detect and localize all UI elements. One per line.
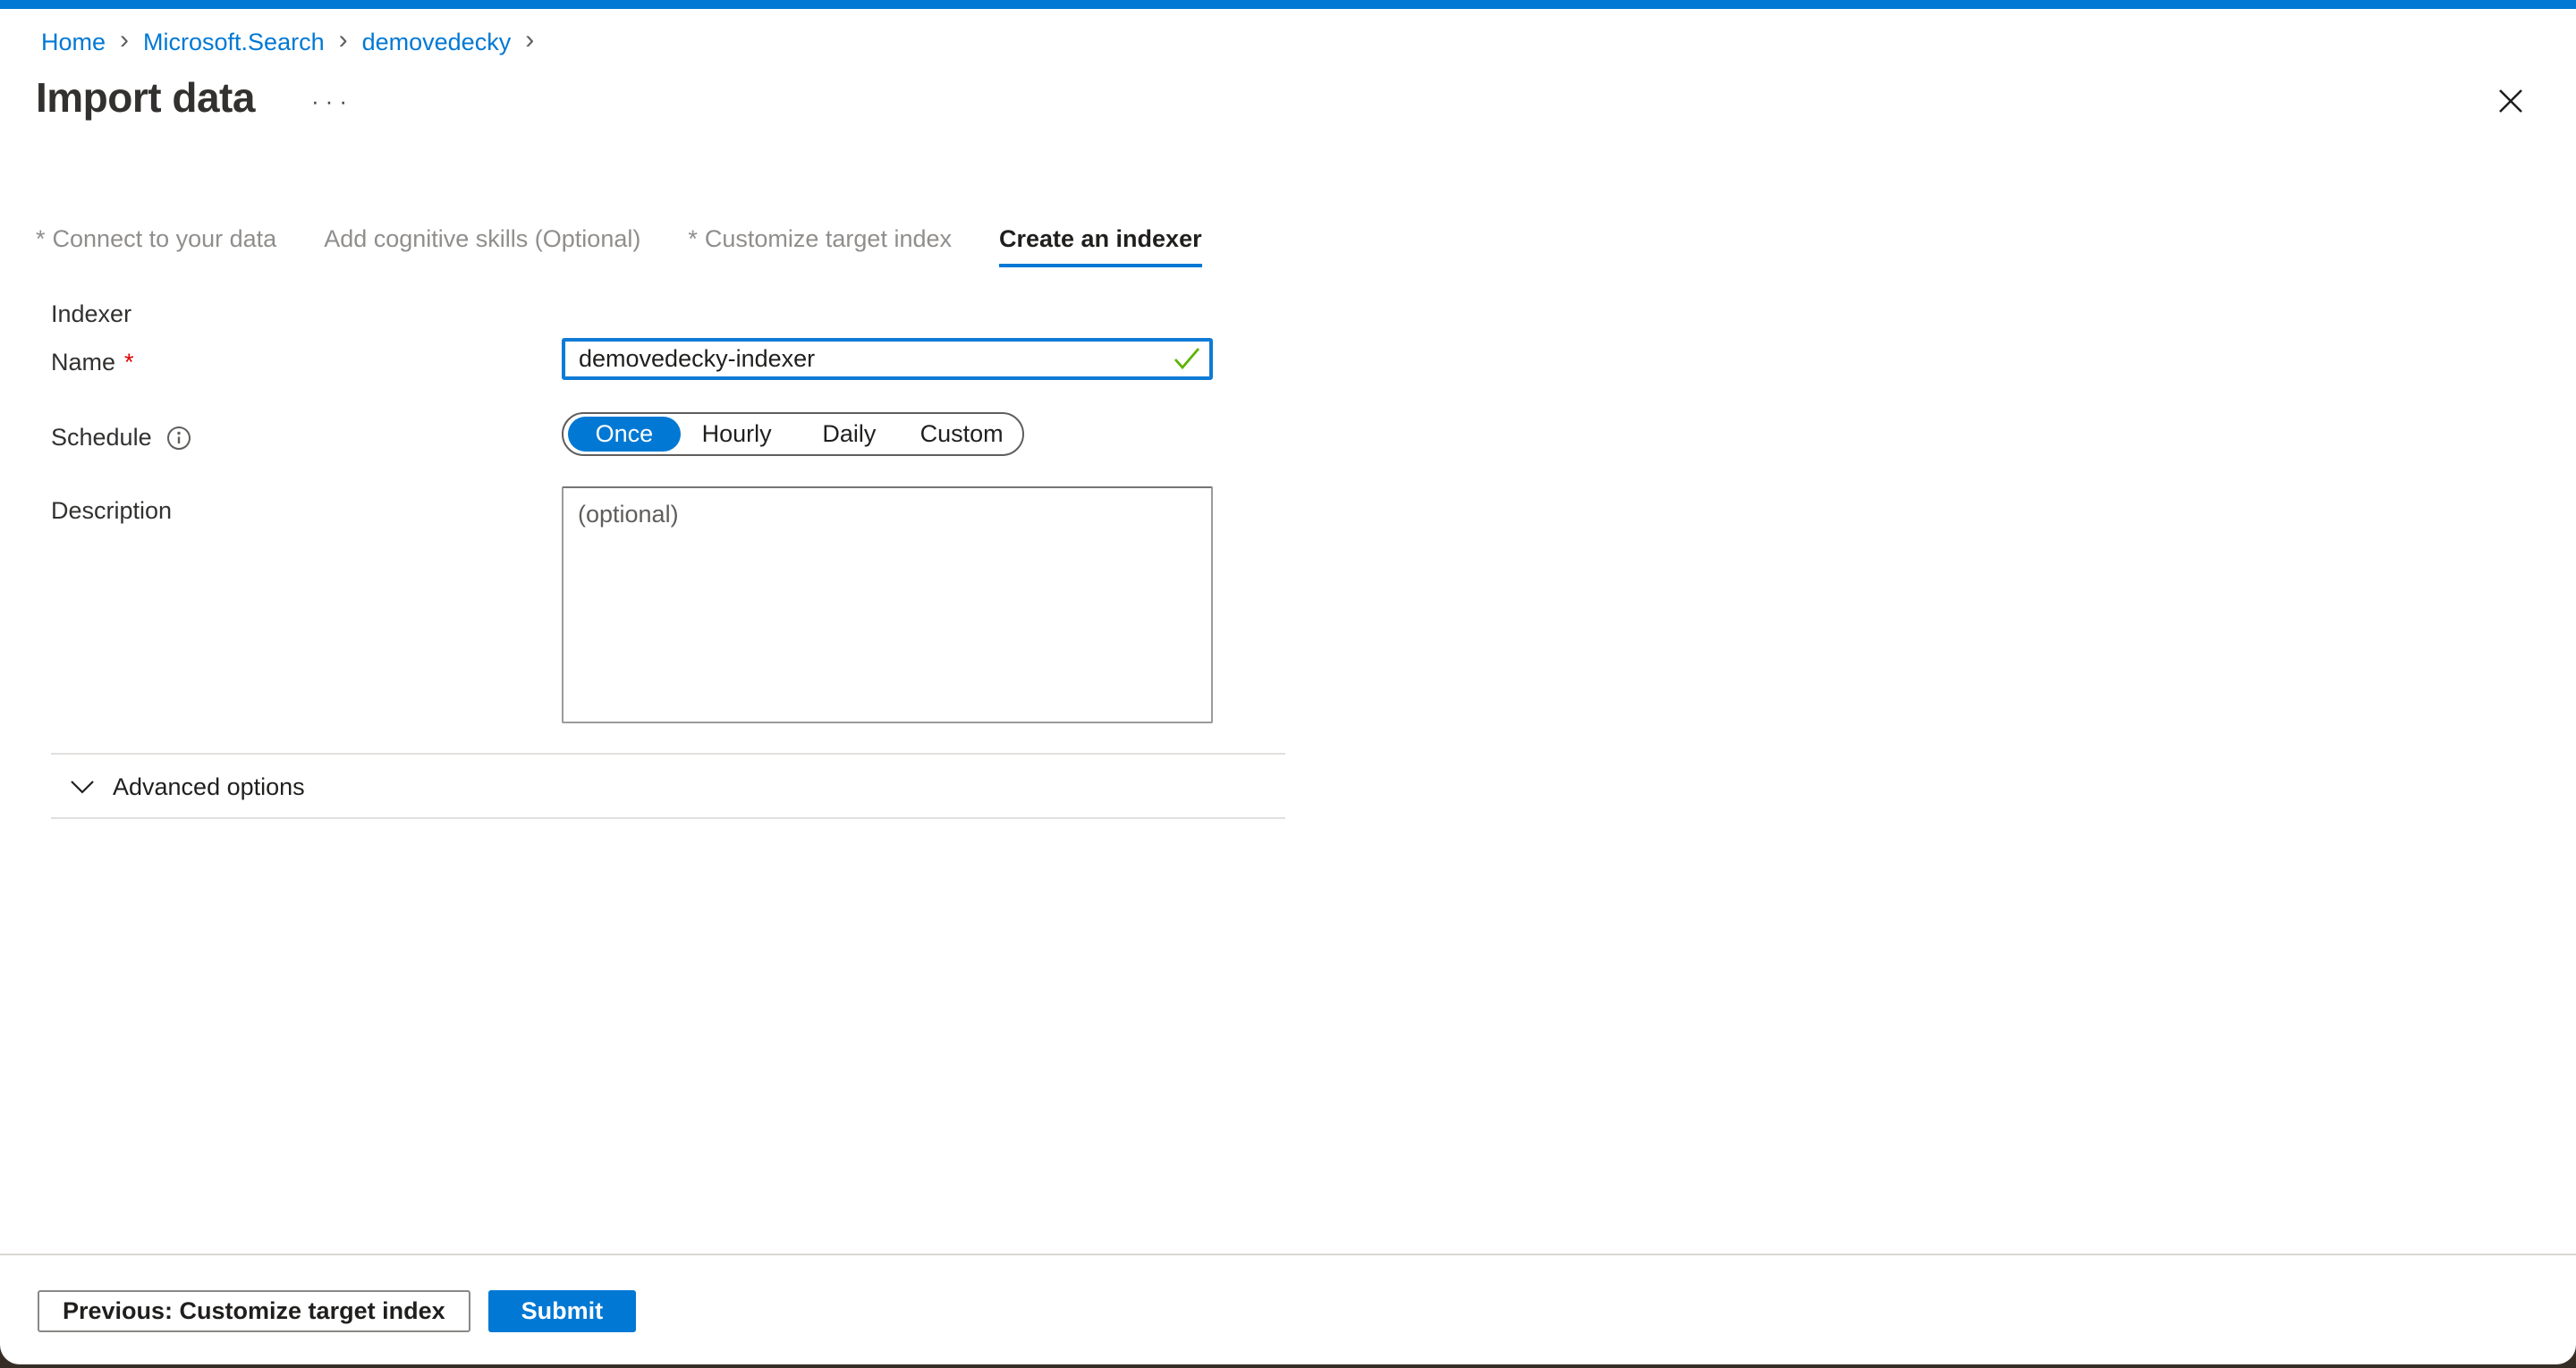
breadcrumb-separator-icon: ›	[525, 25, 534, 55]
tab-connect-to-your-data[interactable]: * Connect to your data	[36, 225, 276, 267]
schedule-option-custom[interactable]: Custom	[905, 417, 1018, 452]
advanced-options-label: Advanced options	[113, 773, 305, 801]
required-asterisk: *	[124, 349, 134, 376]
previous-step-button[interactable]: Previous: Customize target index	[38, 1290, 470, 1332]
page-title: Import data	[36, 73, 255, 122]
name-input-container	[562, 338, 1213, 380]
tab-label: Create an indexer	[999, 225, 1202, 252]
more-options-icon[interactable]: ···	[311, 88, 353, 115]
breadcrumb-link-demovedecky[interactable]: demovedecky	[362, 29, 512, 56]
divider	[51, 817, 1285, 819]
tab-add-cognitive-skills[interactable]: Add cognitive skills (Optional)	[324, 225, 640, 267]
submit-button[interactable]: Submit	[488, 1290, 637, 1332]
tab-create-an-indexer[interactable]: Create an indexer	[999, 225, 1202, 267]
indexer-section-title: Indexer	[51, 300, 131, 328]
schedule-label-text: Schedule	[51, 424, 152, 452]
name-field-label: Name *	[51, 349, 134, 376]
schedule-option-once[interactable]: Once	[568, 417, 681, 452]
tab-customize-target-index[interactable]: * Customize target index	[688, 225, 952, 267]
chevron-down-icon	[70, 779, 95, 795]
wizard-tabs: * Connect to your data Add cognitive skil…	[36, 225, 1202, 267]
breadcrumb-link-home[interactable]: Home	[41, 29, 106, 56]
breadcrumb-link-microsoft-search[interactable]: Microsoft.Search	[143, 29, 325, 56]
divider	[51, 753, 1285, 755]
close-icon[interactable]	[2496, 86, 2526, 116]
info-icon[interactable]	[166, 426, 191, 451]
advanced-options-toggle[interactable]: Advanced options	[70, 767, 305, 806]
footer-divider	[0, 1254, 2576, 1255]
tab-required-marker: *	[688, 225, 698, 252]
tab-required-marker: *	[36, 225, 46, 252]
description-textarea[interactable]	[562, 486, 1213, 723]
footer-actions: Previous: Customize target index Submit	[38, 1290, 636, 1332]
description-field-label: Description	[51, 497, 172, 525]
tab-label: Connect to your data	[53, 225, 277, 252]
tab-label: Add cognitive skills (Optional)	[324, 225, 640, 252]
breadcrumb: Home › Microsoft.Search › demovedecky ›	[41, 27, 548, 57]
indexer-name-input[interactable]	[562, 338, 1213, 380]
azure-accent-bar	[0, 0, 2576, 9]
schedule-segmented-control: Once Hourly Daily Custom	[562, 412, 1024, 456]
schedule-field-label: Schedule	[51, 424, 191, 452]
schedule-option-daily[interactable]: Daily	[793, 417, 906, 452]
import-data-panel: Home › Microsoft.Search › demovedecky › …	[0, 0, 2576, 1364]
breadcrumb-separator-icon: ›	[339, 25, 348, 55]
name-label-text: Name	[51, 349, 115, 376]
breadcrumb-separator-icon: ›	[120, 25, 129, 55]
tab-label: Customize target index	[705, 225, 952, 252]
schedule-option-hourly[interactable]: Hourly	[681, 417, 793, 452]
